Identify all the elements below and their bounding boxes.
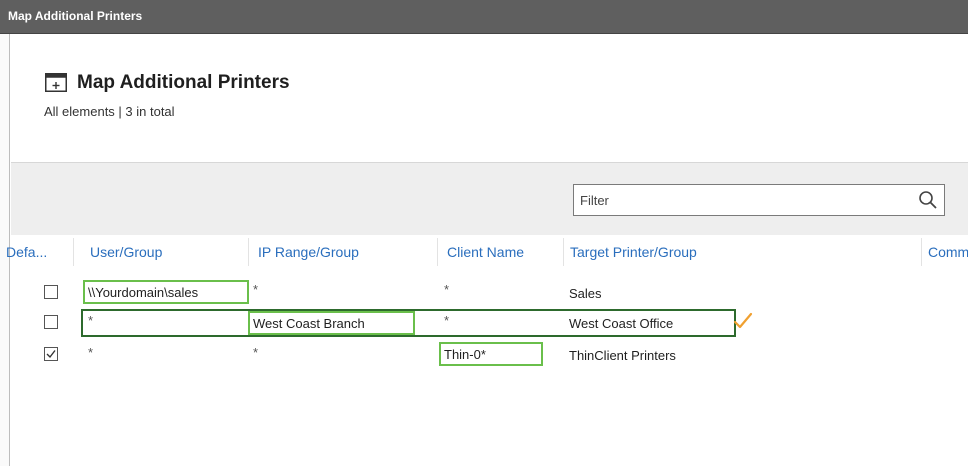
column-header-target-printer[interactable]: Target Printer/Group — [570, 244, 697, 260]
check-icon — [46, 350, 56, 359]
user-group-cell: * — [88, 313, 94, 328]
default-checkbox[interactable] — [44, 315, 58, 329]
search-icon[interactable] — [918, 190, 938, 210]
column-divider[interactable] — [437, 238, 438, 266]
ip-range-cell: * — [253, 282, 259, 297]
column-header-ip-range[interactable]: IP Range/Group — [258, 244, 359, 260]
column-divider[interactable] — [921, 238, 922, 266]
column-divider[interactable] — [73, 238, 74, 266]
client-name-cell: * — [444, 313, 450, 328]
column-header-client-name[interactable]: Client Name — [447, 244, 524, 260]
ip-range-cell: West Coast Branch — [253, 316, 365, 331]
column-divider[interactable] — [563, 238, 564, 266]
column-header-user-group[interactable]: User/Group — [90, 244, 162, 260]
window-title: Map Additional Printers — [0, 0, 968, 34]
client-name-cell: Thin-0* — [444, 347, 486, 362]
default-checkbox[interactable] — [44, 285, 58, 299]
column-header-default[interactable]: Defa... — [6, 244, 47, 260]
target-printer-cell: West Coast Office — [569, 316, 674, 331]
user-group-cell: * — [88, 345, 94, 360]
filter-input[interactable]: Filter — [573, 184, 945, 216]
column-header-comment[interactable]: Comm — [928, 244, 968, 260]
checkmark-icon — [733, 312, 753, 329]
page-title: Map Additional Printers — [77, 72, 290, 93]
target-printer-cell: ThinClient Printers — [569, 348, 676, 363]
target-printer-cell: Sales — [569, 286, 602, 301]
column-divider[interactable] — [248, 238, 249, 266]
ip-range-cell: * — [253, 345, 259, 360]
add-window-icon — [45, 73, 67, 92]
user-group-cell: \\Yourdomain\sales — [88, 285, 199, 300]
default-checkbox-checked[interactable] — [44, 347, 58, 361]
filter-placeholder: Filter — [580, 193, 609, 208]
element-count: All elements | 3 in total — [44, 104, 175, 119]
client-name-cell: * — [444, 282, 450, 297]
